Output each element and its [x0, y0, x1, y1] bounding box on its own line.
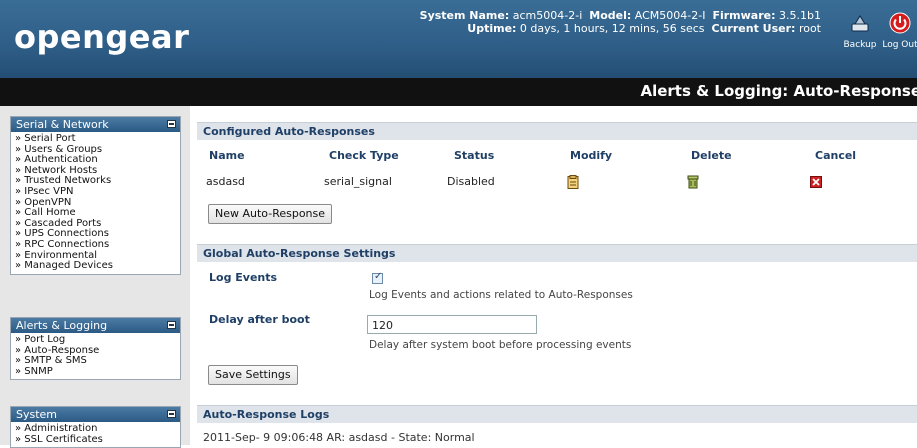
row-status: Disabled — [447, 175, 495, 188]
nav-box-header[interactable]: System — [11, 407, 180, 422]
collapse-icon[interactable] — [167, 410, 176, 418]
model-value: ACM5004-2-I — [634, 9, 706, 22]
section-header: Global Auto-Response Settings — [197, 244, 917, 262]
nav-box-serial-network: Serial & Network Serial PortUsers & Grou… — [10, 116, 181, 275]
row-name: asdasd — [206, 175, 245, 188]
nav-list: AdministrationSSL Certificates — [11, 422, 180, 447]
main-content: Configured Auto-Responses Name Check Typ… — [197, 118, 917, 445]
new-auto-response-button[interactable]: New Auto-Response — [208, 204, 333, 224]
log-events-checkbox[interactable] — [372, 271, 383, 284]
modify-icon[interactable] — [567, 175, 579, 189]
system-name: acm5004-2-i — [512, 9, 583, 22]
nav-item-ipsec-vpn[interactable]: IPsec VPN — [15, 186, 180, 198]
section-header: Configured Auto-Responses — [197, 122, 917, 140]
col-header-check-type: Check Type — [329, 149, 399, 162]
log-events-hint: Log Events and actions related to Auto-R… — [369, 289, 633, 301]
nav-item-managed-devices[interactable]: Managed Devices — [15, 261, 180, 272]
opengear-logo: opengear — [14, 18, 190, 56]
nav-list: Port LogAuto-ResponseSMTP & SMSSNMP — [11, 333, 180, 379]
col-header-modify: Modify — [570, 149, 613, 162]
section-header: Auto-Response Logs — [197, 405, 917, 423]
nav-item-rpc-connections[interactable]: RPC Connections — [15, 239, 180, 251]
system-info: System Name: acm5004-2-i Model: ACM5004-… — [419, 9, 821, 35]
top-header: opengear System Name: acm5004-2-i Model:… — [0, 0, 917, 78]
power-icon — [889, 12, 911, 34]
col-header-cancel: Cancel — [815, 149, 857, 162]
col-header-delete: Delete — [691, 149, 732, 162]
save-settings-button[interactable]: Save Settings — [208, 365, 298, 385]
nav-box-header[interactable]: Alerts & Logging — [11, 318, 180, 333]
logout-button[interactable]: Log Out — [880, 12, 917, 50]
row-check-type: serial_signal — [324, 175, 392, 188]
nav-item-snmp[interactable]: SNMP — [15, 366, 180, 378]
page-title: Alerts & Logging: Auto-Response — [640, 82, 917, 100]
delete-icon[interactable] — [687, 175, 699, 189]
cancel-icon[interactable] — [810, 176, 822, 188]
collapse-icon[interactable] — [167, 120, 176, 128]
col-header-name: Name — [209, 149, 245, 162]
uptime-value: 0 days, 1 hours, 12 mins, 56 secs — [519, 22, 705, 35]
log-entry: 2011-Sep- 9 09:06:48 AR: asdasd - State:… — [203, 431, 475, 444]
nav-item-administration[interactable]: Administration — [15, 423, 180, 435]
nav-item-serial-port[interactable]: Serial Port — [15, 133, 180, 145]
configured-section: Configured Auto-Responses Name Check Typ… — [197, 122, 917, 232]
nav-box-alerts-logging: Alerts & Logging Port LogAuto-ResponseSM… — [10, 317, 181, 381]
collapse-icon[interactable] — [167, 321, 176, 329]
nav-list: Serial PortUsers & GroupsAuthenticationN… — [11, 132, 180, 274]
delay-after-boot-input[interactable]: 120 — [367, 315, 537, 334]
title-bar: Alerts & Logging: Auto-Response — [0, 78, 917, 106]
nav-box-system: System AdministrationSSL Certificates — [10, 406, 181, 448]
log-events-label: Log Events — [209, 271, 278, 284]
delay-after-boot-hint: Delay after system boot before processin… — [369, 339, 632, 351]
col-header-status: Status — [454, 149, 495, 162]
nav-item-port-log[interactable]: Port Log — [15, 334, 180, 346]
logs-section: Auto-Response Logs 2011-Sep- 9 09:06:48 … — [197, 405, 917, 445]
nav-box-header[interactable]: Serial & Network — [11, 117, 180, 132]
global-settings-section: Global Auto-Response Settings Log Events… — [197, 244, 917, 396]
current-user-value: root — [798, 22, 821, 35]
backup-button[interactable]: Backup — [842, 12, 878, 50]
backup-icon — [851, 15, 869, 32]
nav-item-ssl-certificates[interactable]: SSL Certificates — [15, 434, 180, 446]
firmware-value: 3.5.1b1 — [779, 9, 821, 22]
sidebar: Serial & Network Serial PortUsers & Grou… — [0, 106, 190, 448]
delay-after-boot-label: Delay after boot — [209, 313, 310, 326]
